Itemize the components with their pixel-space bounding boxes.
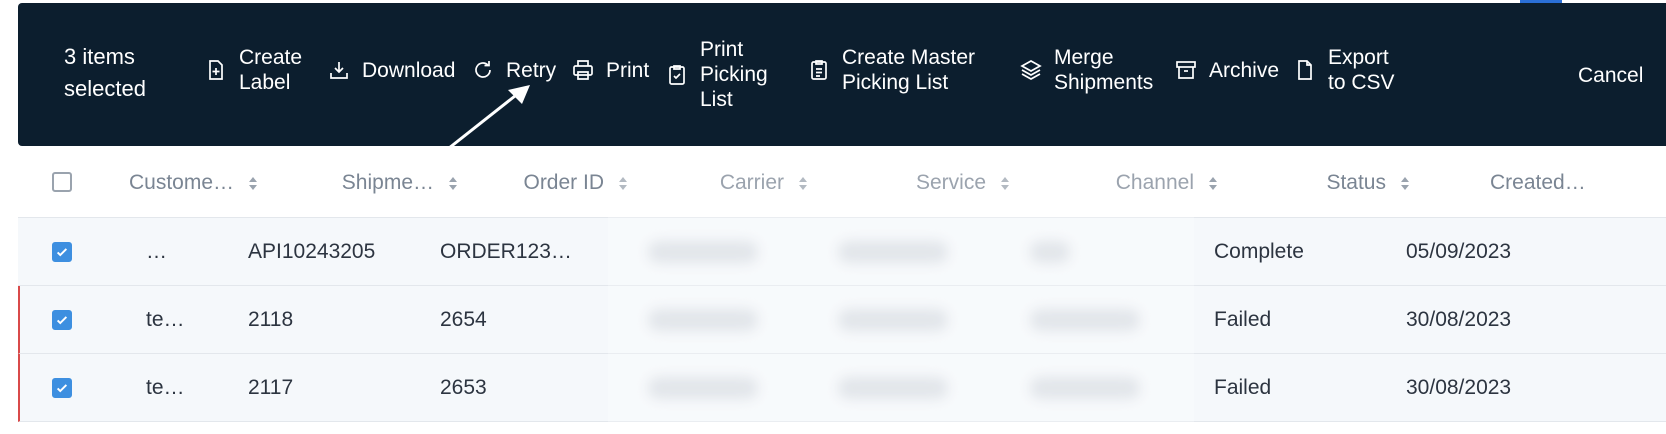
- print-picking-list-label: Print Picking List: [700, 38, 768, 111]
- cell-channel-redacted: [1030, 286, 1140, 354]
- cell-service-redacted: [838, 354, 948, 422]
- clipboard-list-icon: [806, 57, 832, 83]
- sort-icon: [798, 175, 808, 191]
- cell-shipment: 2118: [248, 308, 294, 331]
- create-label-label: Create Label: [239, 46, 303, 94]
- cell-carrier-redacted: [648, 286, 758, 354]
- table-row[interactable]: … API10243205 ORDER123… Complete 05/09/2…: [18, 218, 1666, 286]
- check-icon: [56, 384, 68, 393]
- retry-label: Retry: [506, 58, 557, 82]
- create-label-button[interactable]: Create Label: [203, 45, 309, 95]
- retry-button[interactable]: Retry: [470, 57, 556, 83]
- export-to-csv-label: Export to CSV: [1328, 46, 1395, 94]
- download-button[interactable]: Download: [326, 57, 455, 83]
- column-header-order-id[interactable]: Order ID: [458, 168, 628, 198]
- cell-carrier-redacted: [648, 354, 758, 422]
- file-icon: [1292, 57, 1318, 83]
- cell-customer: …: [146, 240, 167, 263]
- column-header-created[interactable]: Created…: [1418, 168, 1666, 198]
- check-icon: [56, 248, 68, 257]
- table-row[interactable]: te… 2117 2653 Failed 30/08/2023: [18, 354, 1666, 422]
- cell-order-id: 2653: [440, 376, 487, 399]
- archive-button[interactable]: Archive: [1173, 57, 1279, 83]
- cell-customer: te…: [146, 308, 185, 331]
- cell-shipment: 2117: [248, 376, 294, 399]
- sort-icon: [448, 175, 458, 191]
- retry-icon: [470, 57, 496, 83]
- cell-status: Complete: [1214, 240, 1304, 263]
- row-checkbox[interactable]: [52, 310, 72, 330]
- cell-order-id: 2654: [440, 308, 487, 331]
- file-plus-icon: [203, 57, 229, 83]
- clipboard-check-icon: [664, 62, 690, 88]
- table-header: Custome… Shipme… Order ID Carrier Servic…: [18, 146, 1666, 218]
- download-icon: [326, 57, 352, 83]
- merge-shipments-label: Merge Shipments: [1054, 46, 1154, 94]
- sort-icon: [1400, 175, 1410, 191]
- row-checkbox[interactable]: [52, 242, 72, 262]
- cancel-button[interactable]: Cancel: [1578, 64, 1643, 88]
- cell-service-redacted: [838, 286, 948, 354]
- printer-icon: [570, 57, 596, 83]
- cell-status: Failed: [1214, 376, 1272, 399]
- column-header-status[interactable]: Status: [1218, 168, 1410, 198]
- create-master-picking-list-label: Create Master Picking List: [842, 46, 976, 94]
- column-header-customer[interactable]: Custome…: [98, 168, 258, 198]
- cell-created: 30/08/2023: [1406, 376, 1512, 399]
- column-header-channel[interactable]: Channel: [1010, 168, 1218, 198]
- column-header-carrier[interactable]: Carrier: [628, 168, 808, 198]
- sort-icon: [1208, 175, 1218, 191]
- print-button[interactable]: Print: [570, 57, 649, 83]
- column-header-service[interactable]: Service: [818, 168, 1010, 198]
- print-label: Print: [606, 58, 650, 82]
- export-to-csv-button[interactable]: Export to CSV: [1292, 45, 1408, 95]
- cell-order-id: ORDER123…: [440, 240, 572, 263]
- cell-created: 30/08/2023: [1406, 308, 1512, 331]
- selected-count: 3 items selected: [64, 44, 146, 101]
- cell-service-redacted: [838, 218, 948, 286]
- cell-channel-redacted: [1030, 354, 1140, 422]
- create-master-picking-list-button[interactable]: Create Master Picking List: [806, 45, 982, 95]
- check-icon: [56, 316, 68, 325]
- cell-status: Failed: [1214, 308, 1272, 331]
- merge-shipments-button[interactable]: Merge Shipments: [1018, 45, 1154, 95]
- archive-icon: [1173, 57, 1199, 83]
- print-picking-list-button[interactable]: Print Picking List: [664, 37, 770, 112]
- sort-icon: [248, 175, 258, 191]
- cell-shipment: API10243205: [248, 240, 376, 263]
- archive-label: Archive: [1209, 58, 1280, 82]
- cell-customer: te…: [146, 376, 185, 399]
- sort-icon: [1000, 175, 1010, 191]
- table-row[interactable]: te… 2118 2654 Failed 30/08/2023: [18, 286, 1666, 354]
- sort-icon: [618, 175, 628, 191]
- cell-channel-redacted: [1030, 218, 1070, 286]
- cell-created: 05/09/2023: [1406, 240, 1512, 263]
- shipments-table: Custome… Shipme… Order ID Carrier Servic…: [18, 146, 1666, 434]
- column-header-shipment[interactable]: Shipme…: [278, 168, 458, 198]
- cell-carrier-redacted: [648, 218, 758, 286]
- select-all-checkbox[interactable]: [52, 172, 72, 192]
- row-checkbox[interactable]: [52, 378, 72, 398]
- download-label: Download: [362, 58, 456, 82]
- bulk-action-toolbar: 3 items selected Create Label Download R…: [18, 3, 1666, 146]
- layers-icon: [1018, 57, 1044, 83]
